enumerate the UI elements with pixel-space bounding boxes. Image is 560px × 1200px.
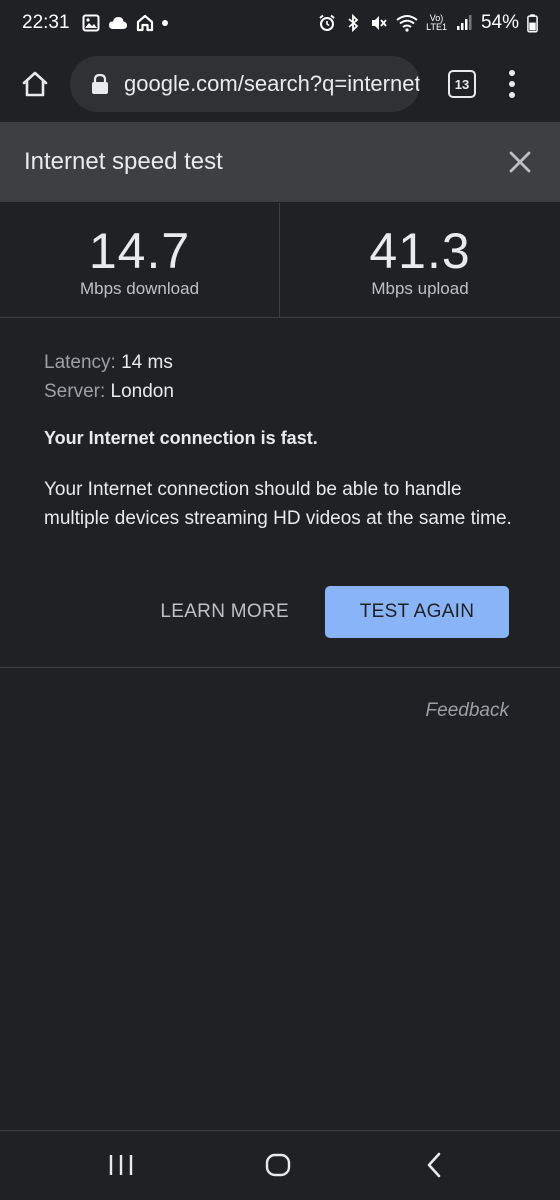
battery-percent: 54% — [480, 12, 519, 33]
upload-unit: Mbps upload — [371, 279, 469, 298]
battery-icon — [527, 13, 538, 32]
home-icon — [22, 71, 48, 97]
tab-count: 13 — [454, 76, 470, 92]
lock-icon — [92, 73, 108, 94]
download-value: 14.7 — [88, 223, 191, 279]
signal-icon — [456, 15, 472, 30]
speed-test-title: Internet speed test — [24, 148, 223, 175]
server-label: Server: — [44, 381, 106, 402]
home-app-icon — [136, 14, 153, 32]
gallery-icon — [82, 14, 100, 32]
download-unit: Mbps download — [79, 279, 200, 298]
download-result: 14.7 Mbps download — [0, 203, 280, 317]
upload-result: 41.3 Mbps upload — [280, 203, 560, 317]
status-bar: 22:31 Vo) LTE1 54% — [0, 0, 560, 46]
home-button[interactable] — [0, 46, 70, 122]
tab-switcher-button[interactable]: 13 — [448, 70, 476, 98]
status-time: 22:31 — [22, 12, 70, 33]
speed-results: 14.7 Mbps download 41.3 Mbps upload — [0, 203, 560, 318]
feedback-link[interactable]: Feedback — [426, 700, 509, 722]
volte-indicator: Vo) LTE1 — [426, 13, 447, 32]
recent-apps-icon[interactable] — [108, 1151, 134, 1179]
latency-value: 14 ms — [121, 352, 173, 373]
speed-test-header: Internet speed test — [0, 122, 560, 202]
url-text: google.com/search?q=internet+speed+test — [124, 71, 420, 96]
section-divider — [0, 667, 560, 668]
test-again-label: TEST AGAIN — [359, 601, 475, 622]
more-vert-icon — [509, 70, 515, 76]
action-buttons: LEARN MORE TEST AGAIN — [160, 586, 509, 638]
address-bar[interactable]: google.com/search?q=internet+speed+test — [70, 56, 420, 112]
cloud-icon — [108, 17, 127, 29]
notification-dot-icon — [161, 20, 168, 26]
latency-label: Latency: — [44, 352, 116, 373]
server-value: London — [110, 381, 174, 402]
connection-description: Your Internet connection should be able … — [44, 479, 512, 529]
back-icon[interactable] — [424, 1151, 444, 1179]
upload-value: 41.3 — [369, 223, 471, 279]
system-navigation-bar — [0, 1130, 560, 1200]
speed-test-details: Latency: 14 ms Server: London Your Inter… — [44, 348, 524, 533]
bluetooth-icon — [348, 14, 359, 32]
connection-summary: Your Internet connection is fast. — [44, 428, 318, 448]
alarm-icon — [319, 14, 335, 31]
wifi-icon — [396, 15, 418, 32]
latency-line: Latency: 14 ms — [44, 348, 524, 377]
test-again-button[interactable]: TEST AGAIN — [325, 586, 509, 638]
mute-icon — [372, 16, 387, 30]
close-icon[interactable] — [506, 148, 534, 176]
home-nav-icon[interactable] — [264, 1151, 292, 1179]
learn-more-button[interactable]: LEARN MORE — [160, 601, 289, 623]
browser-toolbar: google.com/search?q=internet+speed+test … — [0, 46, 560, 122]
server-line: Server: London — [44, 377, 524, 406]
overflow-menu-button[interactable] — [504, 70, 520, 98]
